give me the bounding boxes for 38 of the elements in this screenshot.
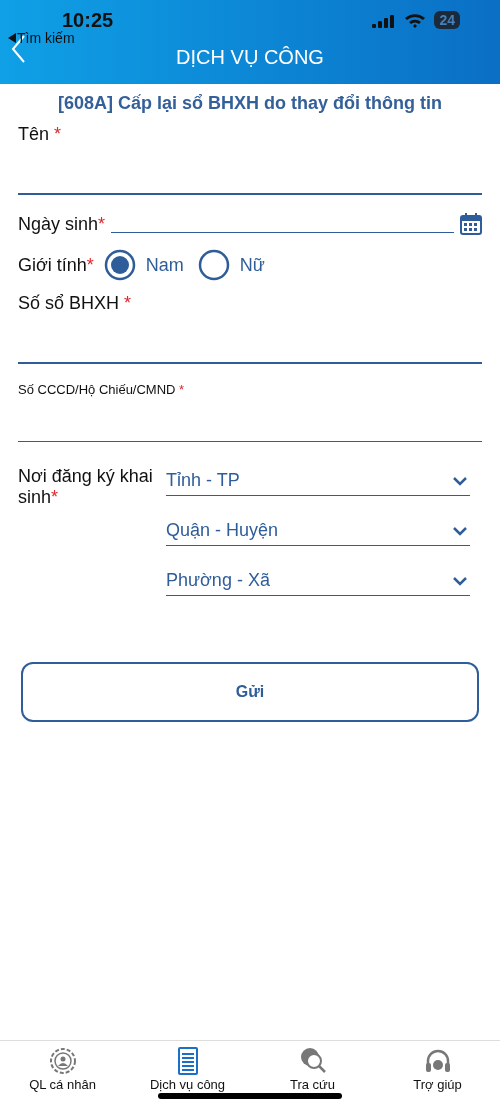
dropdown[interactable]: Phường - Xã (166, 566, 470, 596)
clipboard-icon (177, 1047, 198, 1075)
chevron-down-icon (452, 575, 468, 586)
back-triangle-icon (8, 33, 16, 43)
field-label: Tên (18, 124, 50, 144)
required-mark: * (86, 254, 94, 275)
chevron-down-icon (452, 525, 468, 536)
chevron-down-icon (452, 475, 468, 486)
battery-indicator: 24 (434, 11, 460, 29)
status-time: 10:25 (62, 8, 115, 31)
radio-option[interactable]: Nữ (197, 249, 265, 281)
wifi-icon (404, 12, 427, 28)
tab-item[interactable]: Trợ giúp (375, 1041, 500, 1100)
dropdown[interactable]: Quận - Huyện (166, 516, 470, 546)
required-mark: * (179, 382, 185, 397)
submit-button[interactable]: Gửi (21, 662, 479, 722)
screen-title: DỊCH VỤ CÔNG (176, 45, 324, 69)
radio-circle[interactable] (103, 249, 136, 281)
tab-item[interactable]: QL cá nhân (0, 1041, 125, 1100)
radio-option[interactable]: Nam (103, 249, 184, 281)
required-mark: * (54, 124, 62, 144)
field-label: Giới tính (18, 254, 87, 275)
back-link[interactable]: Tìm kiếm (17, 30, 75, 46)
required-mark: * (98, 214, 106, 234)
field-label: Ngày sinh (18, 214, 99, 234)
dropdown[interactable]: Tỉnh - TP (166, 466, 470, 496)
headset-icon (425, 1049, 450, 1072)
field-label: Nơi đăng ký khai sinh* (18, 466, 154, 509)
required-mark: * (124, 293, 132, 313)
field-label: Số sổ BHXH (18, 293, 120, 313)
radio-circle[interactable] (197, 249, 230, 281)
field-label: Số CCCD/Hộ Chiếu/CMND (18, 382, 176, 397)
signal-icon (372, 12, 397, 28)
form-title: [608A] Cấp lại sổ BHXH do thay đổi thông tin (57, 93, 443, 114)
gear-person-icon (49, 1048, 76, 1074)
tab-item[interactable]: Dịch vụ công (125, 1041, 250, 1100)
calendar-icon[interactable] (460, 213, 482, 235)
globe-search-icon (300, 1048, 326, 1073)
